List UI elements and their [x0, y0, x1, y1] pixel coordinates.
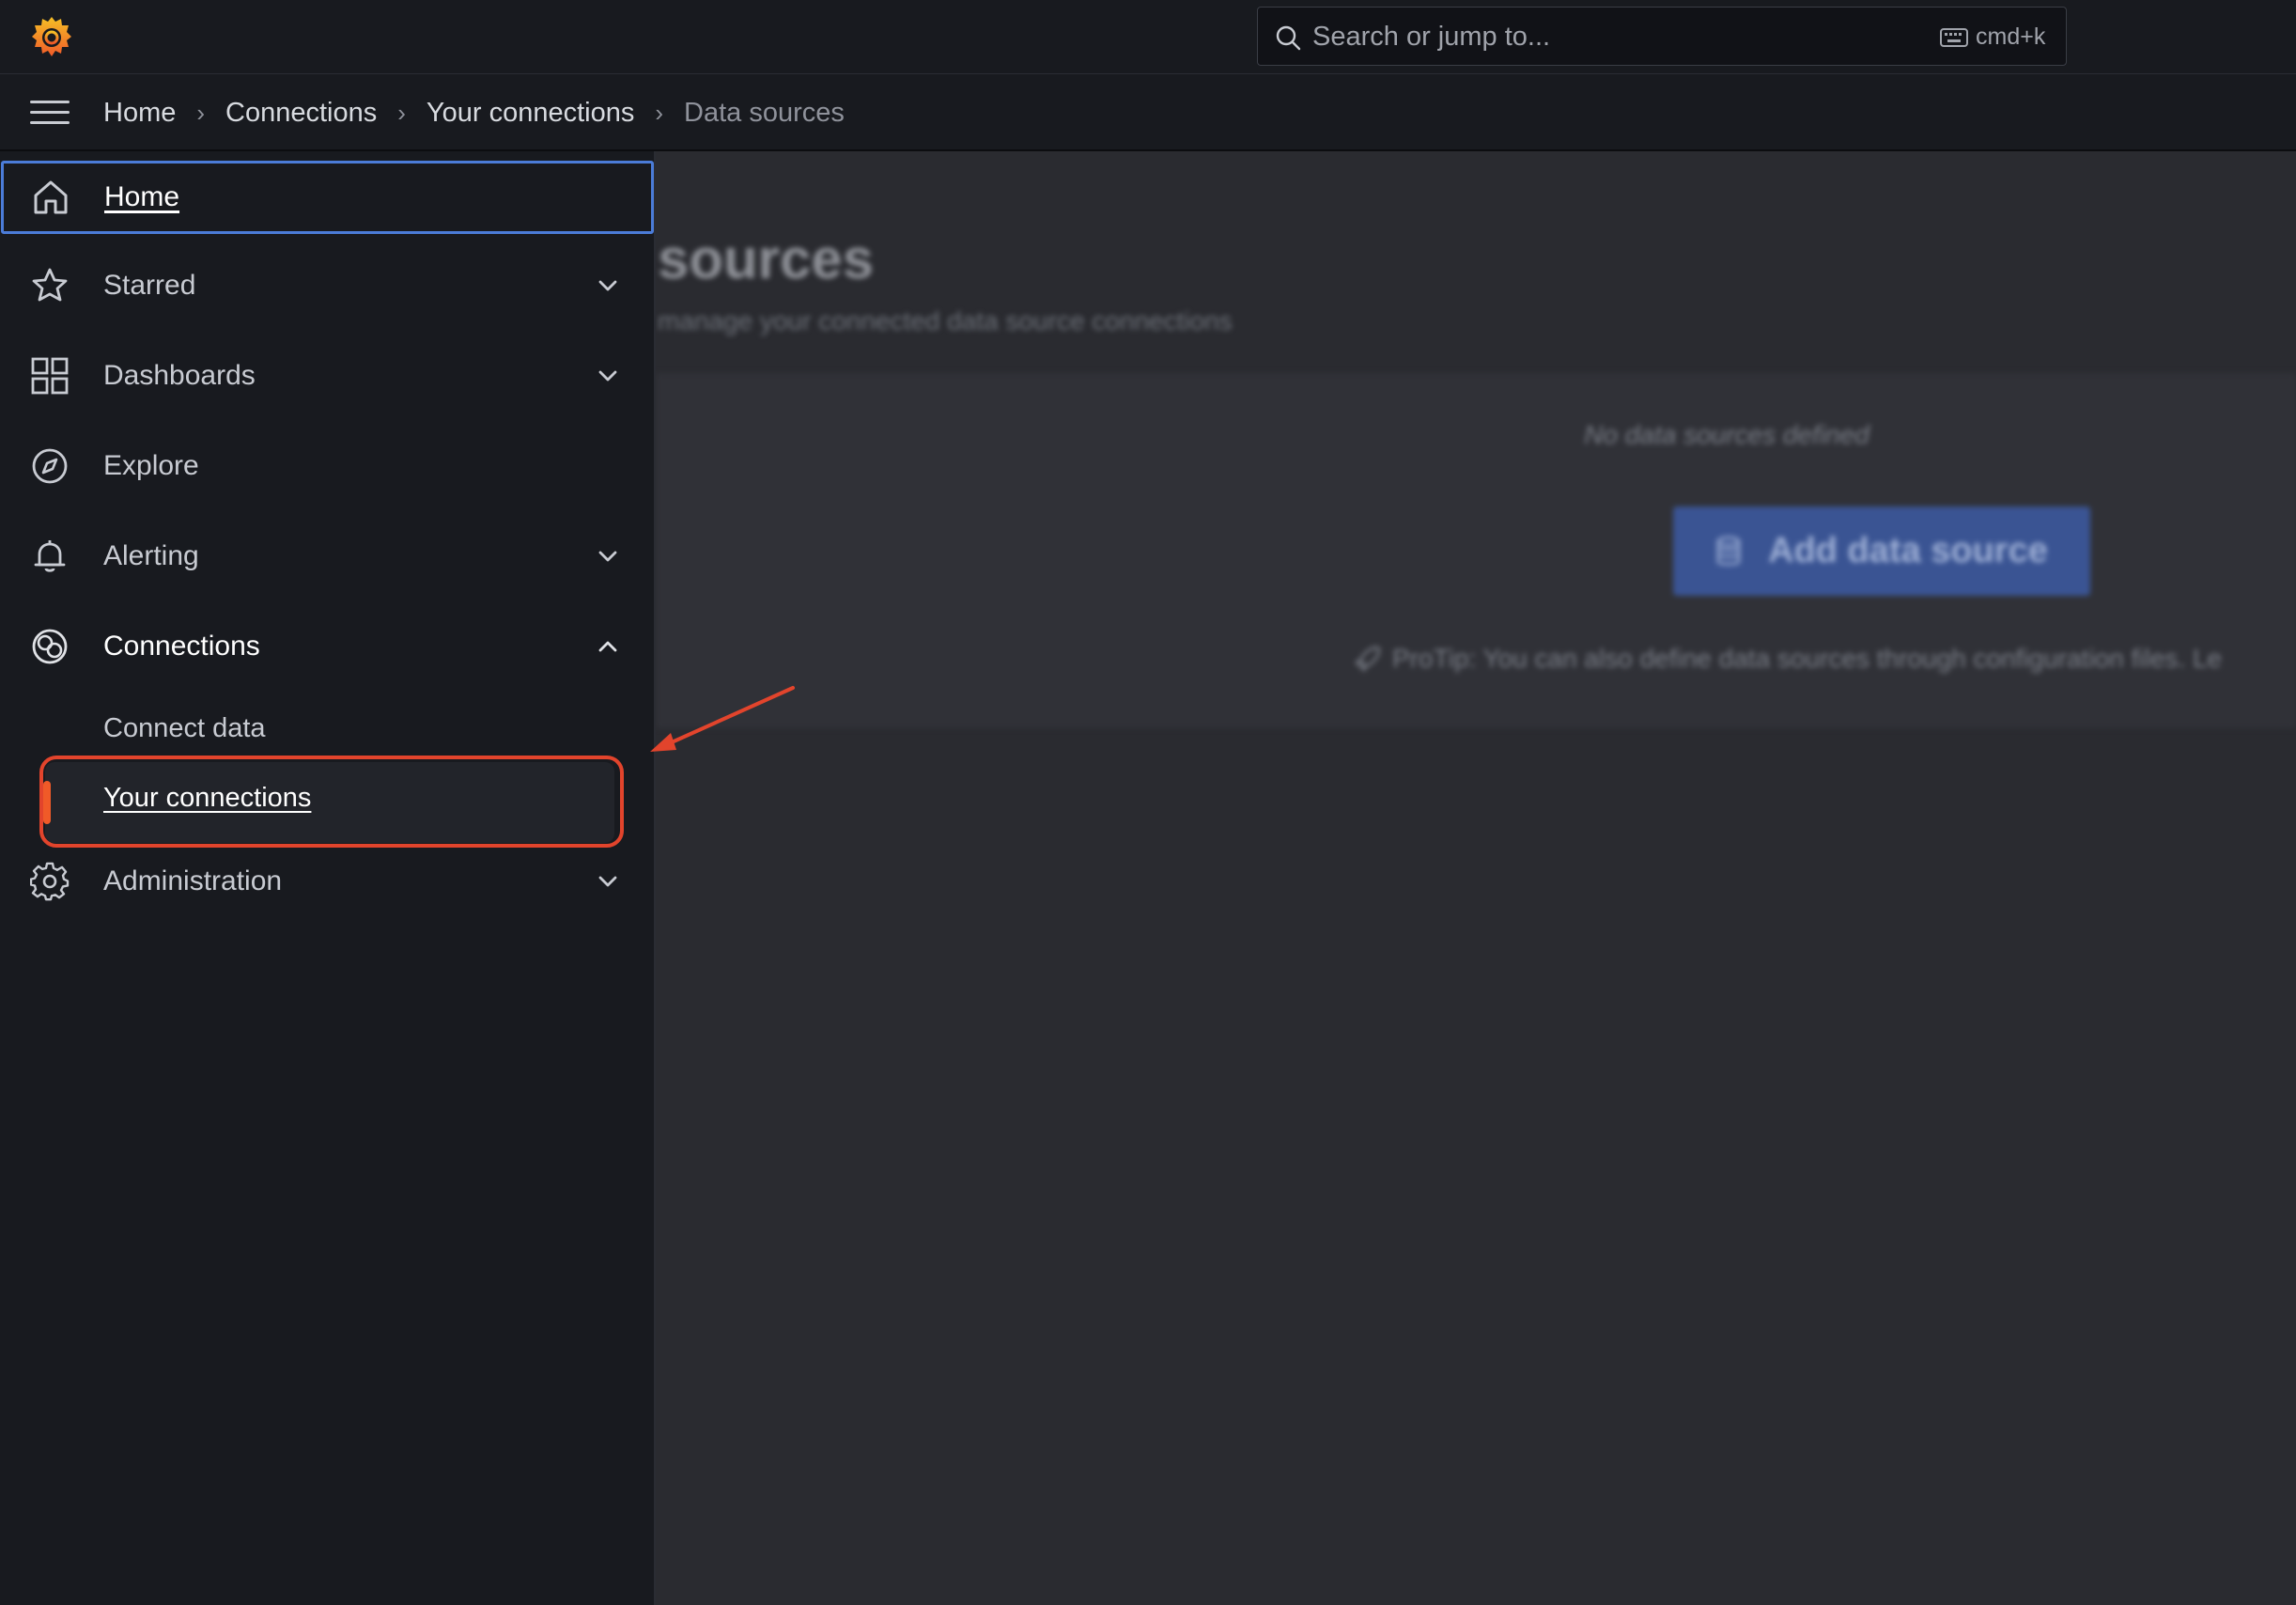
breadcrumb-home[interactable]: Home: [103, 98, 176, 129]
breadcrumb-bar: Home › Connections › Your connections › …: [0, 74, 2296, 151]
breadcrumb-your-connections[interactable]: Your connections: [427, 98, 634, 129]
grafana-logo-icon[interactable]: [28, 13, 75, 60]
add-data-source-label: Add data source: [1768, 531, 2048, 570]
keyboard-icon: [1940, 28, 1968, 47]
breadcrumb-connections[interactable]: Connections: [225, 98, 377, 129]
protip-label: ProTip: You can also define data sources…: [1392, 644, 2223, 673]
sidebar-item-label: Connections: [103, 631, 260, 662]
search-placeholder: Search or jump to...: [1312, 22, 1551, 52]
sidebar-item-label: Explore: [103, 450, 199, 481]
database-icon: [1716, 536, 1741, 565]
connections-icon: [32, 629, 68, 664]
search-shortcut: cmd+k: [1976, 23, 2046, 50]
chevron-down-icon[interactable]: [596, 869, 620, 894]
home-icon: [34, 180, 68, 214]
sidebar-item-label: Administration: [103, 865, 283, 896]
chevron-down-icon[interactable]: [596, 364, 620, 388]
sidebar-item-label: Home: [104, 181, 180, 212]
rocket-icon: [1354, 646, 1381, 673]
add-data-source-button[interactable]: Add data source: [1673, 506, 2090, 596]
sidebar-item-alerting[interactable]: Alerting: [0, 518, 656, 595]
sidebar-item-connections[interactable]: Connections: [0, 608, 656, 685]
sidebar-item-dashboards[interactable]: Dashboards: [0, 337, 656, 414]
sidebar-subitem-connect-data[interactable]: Connect data: [0, 695, 656, 761]
sidebar-item-explore[interactable]: Explore: [0, 428, 656, 505]
chevron-up-icon[interactable]: [596, 634, 620, 659]
breadcrumb: Home › Connections › Your connections › …: [103, 74, 845, 151]
gear-icon: [30, 862, 70, 901]
top-bar: Search or jump to... cmd+k: [0, 0, 2296, 74]
chevron-down-icon[interactable]: [596, 273, 620, 298]
compass-icon: [32, 448, 68, 484]
main-content: sources manage your connected data sourc…: [656, 151, 2296, 1605]
sidebar-item-starred[interactable]: Starred: [0, 247, 656, 324]
grid-icon: [31, 357, 69, 395]
annotation-arrow-icon: [650, 686, 795, 752]
sidebar-item-home[interactable]: Home: [1, 161, 654, 234]
star-icon: [32, 268, 68, 302]
search-input[interactable]: Search or jump to... cmd+k: [1257, 7, 2067, 66]
chevron-down-icon[interactable]: [596, 544, 620, 569]
search-icon: [1276, 25, 1301, 51]
sidebar: Home Starred Dashboards Explore Alerting…: [0, 151, 656, 1605]
breadcrumb-separator-icon: ›: [196, 98, 206, 127]
empty-state-text: No data sources defined: [1584, 420, 1869, 449]
breadcrumb-separator-icon: ›: [655, 98, 664, 127]
bell-icon: [34, 540, 66, 572]
sidebar-item-administration[interactable]: Administration: [0, 843, 656, 920]
protip-text: ProTip: You can also define data sources…: [1353, 644, 2222, 674]
page-subtitle: manage your connected data source connec…: [658, 306, 1233, 335]
breadcrumb-separator-icon: ›: [397, 98, 406, 127]
sidebar-item-label: Starred: [103, 270, 196, 301]
menu-icon[interactable]: [30, 97, 70, 129]
page-title: sources: [658, 227, 875, 290]
sidebar-item-label: Alerting: [103, 540, 199, 571]
sidebar-item-label: Connect data: [103, 712, 266, 743]
breadcrumb-data-sources: Data sources: [684, 97, 845, 128]
annotation-highlight-box: [39, 756, 624, 848]
sidebar-item-label: Dashboards: [103, 360, 256, 391]
